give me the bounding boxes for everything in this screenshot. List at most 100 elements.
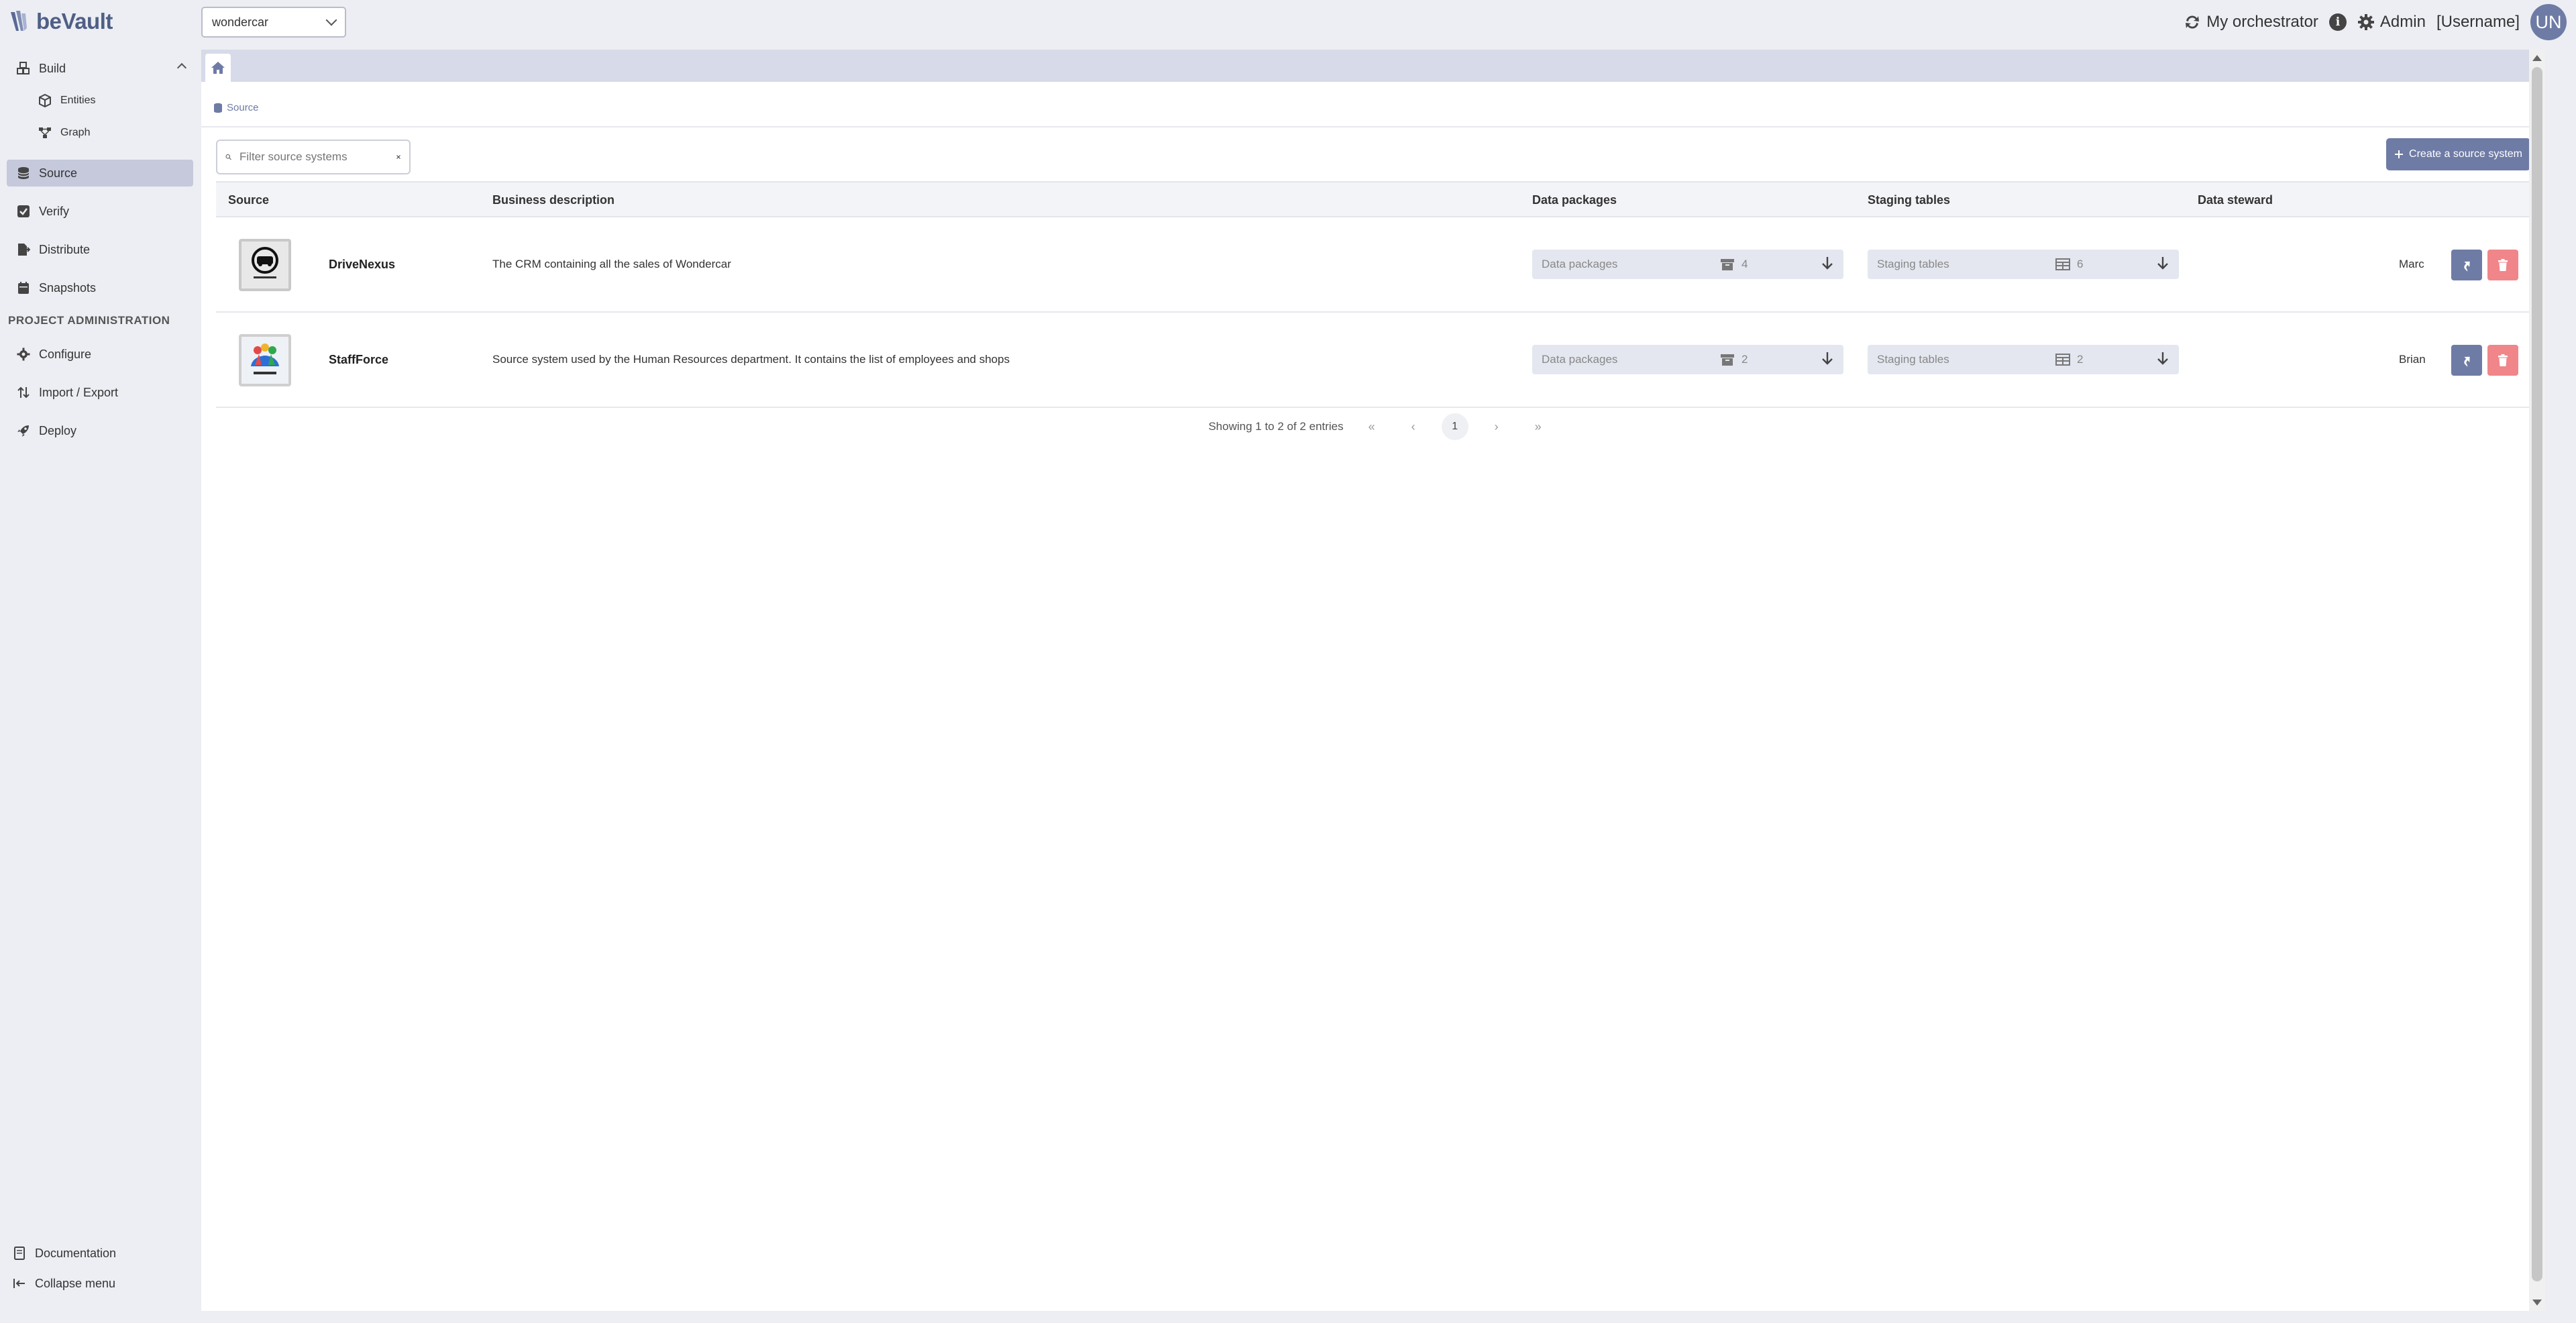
vertical-scrollbar[interactable] [2529, 50, 2545, 1311]
calendar-icon [16, 280, 31, 295]
next-page-button[interactable]: › [1483, 413, 1510, 440]
staging-tables-dropdown[interactable]: Staging tables 2 [1868, 345, 2179, 374]
gear-icon [2357, 14, 2374, 30]
cube-icon [38, 93, 52, 108]
sidebar-item-build[interactable]: Build [7, 55, 193, 82]
header-source[interactable]: Source [228, 193, 269, 207]
breadcrumb: Source [213, 102, 259, 113]
create-button-label: Create a source system [2409, 148, 2522, 160]
first-page-button[interactable]: « [1358, 413, 1385, 440]
home-icon [211, 62, 225, 74]
pill-count: 2 [2055, 353, 2156, 366]
delete-button[interactable] [2487, 250, 2518, 280]
delete-button[interactable] [2487, 345, 2518, 376]
info-icon[interactable]: i [2328, 13, 2347, 31]
edit-button[interactable] [2451, 250, 2482, 280]
documentation-label: Documentation [35, 1246, 117, 1260]
table-header: Source Business description Data package… [216, 181, 2532, 217]
clear-icon[interactable] [396, 152, 401, 162]
username-label[interactable]: [Username] [2436, 13, 2520, 32]
sidebar-item-label: Deploy [39, 423, 77, 437]
source-description: Source system used by the Human Resource… [492, 353, 1010, 366]
data-packages-dropdown[interactable]: Data packages 2 [1532, 345, 1843, 374]
header-packages[interactable]: Data packages [1532, 193, 1617, 207]
sidebar-item-label: Build [39, 61, 66, 75]
source-logo [239, 239, 291, 291]
filter-box [216, 140, 411, 174]
project-select[interactable]: wondercar [201, 7, 346, 38]
home-tab[interactable] [205, 54, 231, 82]
arrows-up-down-icon [16, 385, 31, 400]
arrow-down-icon [1821, 256, 1834, 274]
page-1-button[interactable]: 1 [1441, 413, 1468, 440]
avatar[interactable]: UN [2530, 4, 2567, 40]
sidebar-item-label: Snapshots [39, 280, 97, 295]
sidebar-item-distribute[interactable]: Distribute [7, 236, 193, 263]
source-logo [239, 334, 291, 386]
create-source-system-button[interactable]: Create a source system [2386, 138, 2530, 170]
pill-count: 4 [1720, 258, 1821, 271]
filter-input[interactable] [239, 150, 388, 164]
orchestrator-label: My orchestrator [2206, 13, 2318, 31]
header-staging[interactable]: Staging tables [1868, 193, 1950, 207]
logo-text: beVault [36, 9, 113, 34]
rocket-icon [16, 423, 31, 438]
sidebar-item-label: Entities [60, 95, 96, 106]
prev-page-button[interactable]: ‹ [1400, 413, 1427, 440]
arrow-down-icon [1821, 351, 1834, 369]
chevron-up-icon[interactable] [176, 62, 187, 73]
sidebar-item-verify[interactable]: Verify [7, 198, 193, 225]
pill-label: Staging tables [1877, 258, 1949, 270]
header-steward[interactable]: Data steward [2198, 193, 2273, 207]
source-name[interactable]: StaffForce [329, 353, 388, 367]
bevault-logo[interactable]: beVault [9, 8, 113, 35]
scroll-up-icon[interactable] [2532, 55, 2542, 61]
collapse-left-icon [12, 1276, 27, 1291]
tab-bar [201, 50, 2545, 82]
breadcrumb-source[interactable]: Source [227, 102, 259, 113]
file-export-icon [16, 242, 31, 257]
admin-link[interactable]: Admin [2357, 13, 2426, 32]
sidebar-item-import-export[interactable]: Import / Export [7, 379, 193, 406]
table-icon [2055, 258, 2070, 270]
header-description[interactable]: Business description [492, 193, 614, 207]
sync-icon [2186, 15, 2200, 29]
sidebar-item-label: Distribute [39, 242, 91, 256]
sidebar-item-label: Configure [39, 347, 92, 361]
pill-count: 2 [1720, 353, 1821, 366]
sidebar-item-source[interactable]: Source [7, 160, 193, 187]
sidebar-item-label: Source [39, 166, 78, 180]
admin-label: Admin [2379, 13, 2426, 31]
plus-icon [2395, 150, 2404, 158]
sidebar-item-label: Verify [39, 204, 70, 218]
graph-icon [38, 125, 52, 140]
edit-button[interactable] [2451, 345, 2482, 376]
arrow-down-icon [2156, 256, 2169, 274]
edit-arrow-icon [2464, 261, 2470, 272]
archive-icon [1721, 354, 1734, 366]
sidebar-item-label: Import / Export [39, 385, 119, 399]
last-page-button[interactable]: » [1525, 413, 1552, 440]
source-description: The CRM containing all the sales of Wond… [492, 258, 731, 270]
gear-icon [16, 347, 31, 362]
chevron-down-icon [325, 14, 337, 26]
staging-tables-dropdown[interactable]: Staging tables 6 [1868, 250, 2179, 279]
data-steward: Marc [2399, 258, 2424, 270]
sidebar-item-graph[interactable]: Graph [7, 119, 193, 146]
data-packages-dropdown[interactable]: Data packages 4 [1532, 250, 1843, 279]
table-row: DriveNexus The CRM containing all the sa… [216, 217, 2532, 313]
source-name[interactable]: DriveNexus [329, 258, 395, 272]
scroll-thumb[interactable] [2532, 67, 2542, 1281]
pill-label: Staging tables [1877, 353, 1949, 366]
collapse-menu-button[interactable]: Collapse menu [7, 1270, 193, 1297]
sidebar-item-deploy[interactable]: Deploy [7, 417, 193, 444]
sidebar-item-snapshots[interactable]: Snapshots [7, 274, 193, 301]
drivenexus-logo-image [239, 239, 291, 291]
documentation-link[interactable]: Documentation [7, 1240, 193, 1267]
section-heading-admin: PROJECT ADMINISTRATION [8, 314, 170, 327]
sidebar-item-configure[interactable]: Configure [7, 341, 193, 368]
sidebar-item-entities[interactable]: Entities [7, 87, 193, 114]
orchestrator-link[interactable]: My orchestrator [2184, 13, 2318, 32]
scroll-down-icon[interactable] [2532, 1300, 2542, 1306]
search-icon [225, 154, 231, 160]
